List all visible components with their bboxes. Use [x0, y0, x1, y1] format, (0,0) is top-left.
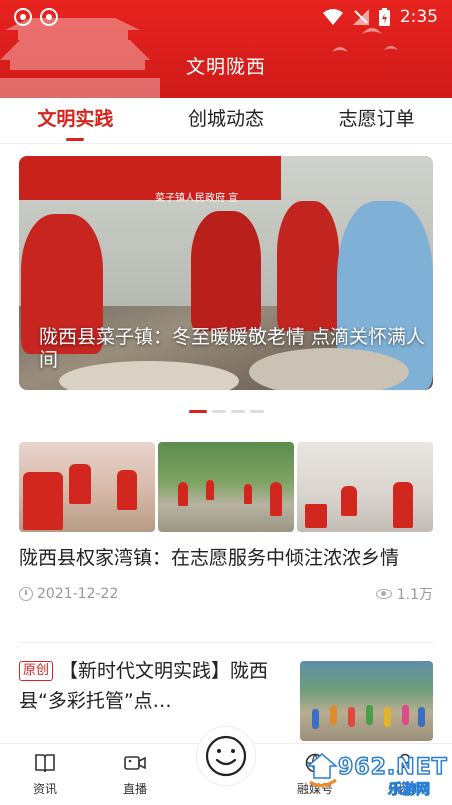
- smiley-face-icon: [205, 735, 247, 777]
- banner-carousel[interactable]: 菜子镇人民政府 宣 陇西县菜子镇：冬至暖暖敬老情 点滴关怀满人间: [19, 156, 433, 390]
- watermark-text: 962.NET: [337, 754, 448, 781]
- no-signal-icon: [352, 9, 369, 25]
- banner-photo-person: [277, 201, 339, 331]
- original-badge: 原创: [19, 661, 54, 681]
- notification-icon: [14, 8, 32, 26]
- page-title: 文明陇西: [185, 56, 266, 78]
- notification-icon: [40, 8, 58, 26]
- nav-live[interactable]: 直播: [100, 753, 170, 797]
- battery-charging-icon: [378, 8, 390, 26]
- wifi-icon: [322, 9, 343, 25]
- video-camera-icon: [124, 756, 146, 770]
- carousel-dot[interactable]: [230, 410, 245, 413]
- carousel-dot[interactable]: [249, 410, 264, 413]
- carousel-dot-active[interactable]: [188, 410, 207, 413]
- news-date: 2021-12-22: [37, 586, 119, 602]
- news-thumbnail: [19, 442, 155, 532]
- banner-photo-sign: [19, 156, 281, 200]
- banner-caption: 陇西县菜子镇：冬至暖暖敬老情 点滴关怀满人间: [39, 326, 426, 371]
- tab-city-news[interactable]: 创城动态: [151, 98, 302, 143]
- news-thumbnail: [158, 442, 294, 532]
- tab-bar: 文明实践 创城动态 志愿订单: [0, 98, 452, 144]
- tab-volunteer-orders[interactable]: 志愿订单: [301, 98, 452, 143]
- news-card[interactable]: 陇西县权家湾镇：在志愿服务中倾注浓浓乡情 2021-12-22 1.1万: [19, 442, 433, 604]
- app-header: 2:35 文明陇西: [0, 0, 452, 98]
- view-count-value: 1.1万: [396, 587, 433, 603]
- news-title: 【新时代文明实践】陇西县“多彩托管”点…: [19, 660, 269, 712]
- clock-icon: [19, 587, 33, 601]
- tab-civilization-practice[interactable]: 文明实践: [0, 98, 151, 143]
- news-title: 陇西县权家湾镇：在志愿服务中倾注浓浓乡情: [19, 547, 400, 569]
- news-thumbnail: [300, 661, 433, 741]
- watermark-subtext: 乐游网: [388, 782, 431, 799]
- center-action-button[interactable]: [196, 726, 256, 786]
- news-meta: 2021-12-22 1.1万: [19, 584, 433, 604]
- banner-photo-sign-text: 菜子镇人民政府 宣: [155, 193, 239, 204]
- news-thumbnails: [19, 442, 433, 532]
- view-count: 1.1万: [375, 584, 433, 604]
- clock-time: 2:35: [399, 7, 438, 27]
- carousel-indicator: [0, 410, 452, 413]
- news-thumbnail: [297, 442, 433, 532]
- carousel-dot[interactable]: [211, 410, 226, 413]
- book-icon: [35, 754, 55, 773]
- status-bar: 2:35: [0, 0, 452, 34]
- nav-live-label: 直播: [122, 782, 147, 796]
- eye-icon: [375, 589, 392, 599]
- nav-news-label: 资讯: [32, 782, 57, 796]
- divider: [19, 642, 433, 643]
- nav-news[interactable]: 资讯: [10, 753, 80, 797]
- banner-photo-person: [191, 211, 261, 331]
